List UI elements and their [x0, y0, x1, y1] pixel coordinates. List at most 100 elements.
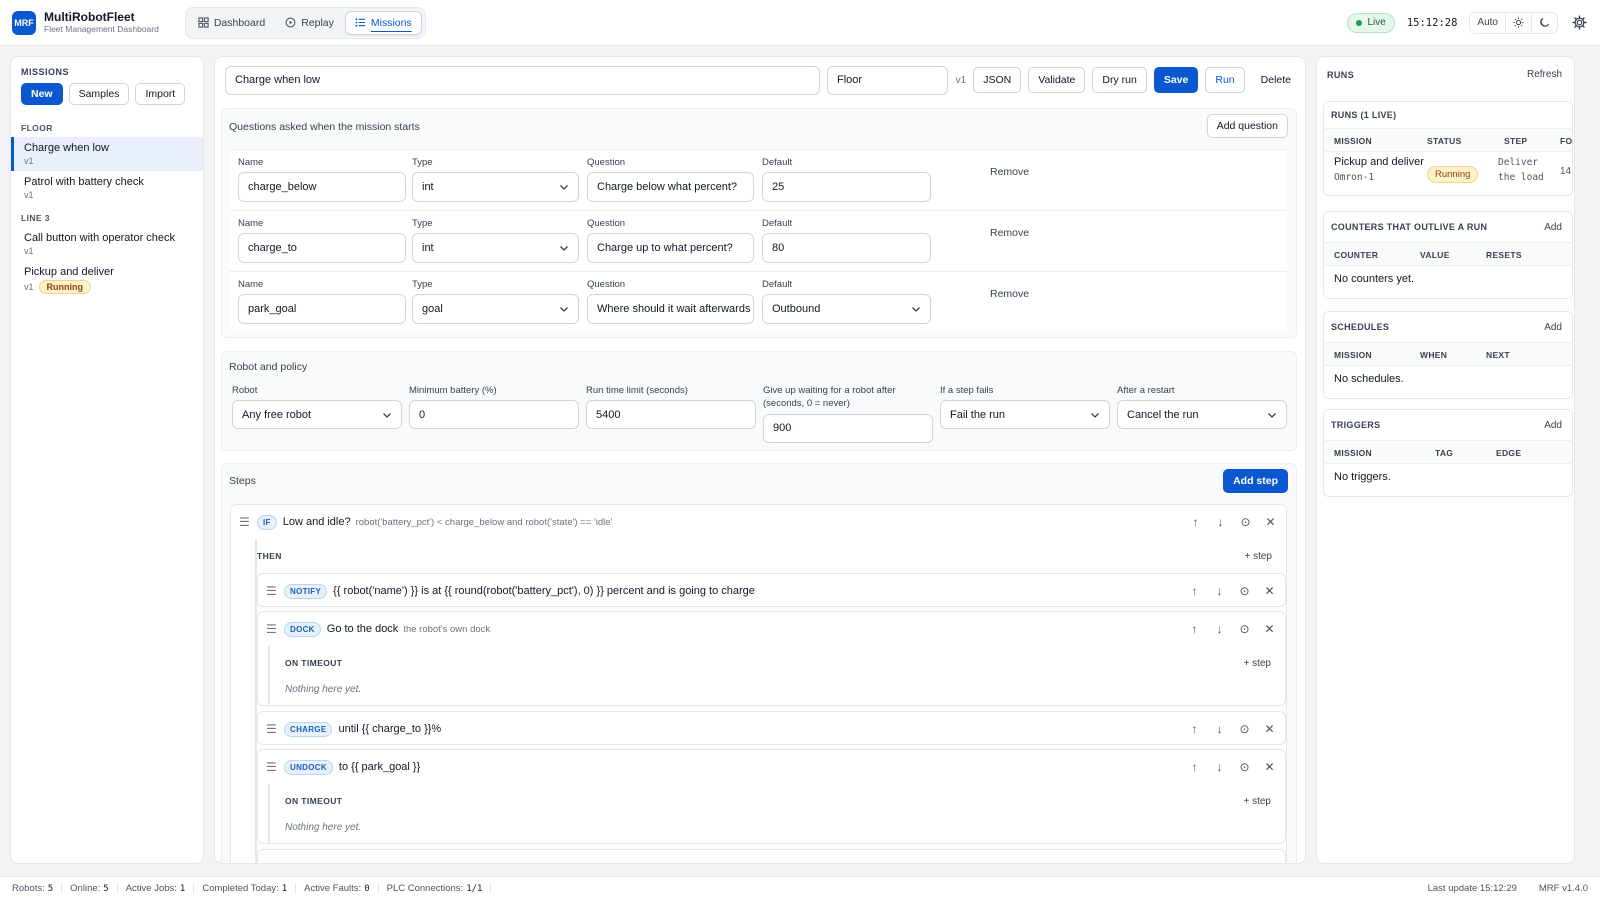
- stat-label: Completed Today:: [202, 883, 279, 894]
- restart-select[interactable]: Cancel the run: [1117, 400, 1287, 429]
- close-icon[interactable]: ✕: [1264, 722, 1275, 736]
- close-icon[interactable]: ✕: [1264, 584, 1275, 598]
- add-schedule-button[interactable]: Add: [1544, 322, 1562, 333]
- step-fails-select[interactable]: Fail the run: [940, 400, 1110, 429]
- drag-handle-icon[interactable]: ☰: [239, 515, 253, 529]
- samples-button[interactable]: Samples: [68, 83, 130, 105]
- stat-label: PLC Connections:: [386, 883, 464, 894]
- move-down-icon[interactable]: ↓: [1214, 760, 1225, 774]
- question-default-input[interactable]: 25: [762, 172, 931, 202]
- theme-light-button[interactable]: [1505, 12, 1531, 33]
- question-type-select[interactable]: goal: [412, 294, 579, 324]
- move-up-icon[interactable]: ↑: [1189, 760, 1200, 774]
- min-battery-input[interactable]: 0: [409, 400, 579, 429]
- col-tag: TAG: [1435, 448, 1454, 458]
- move-down-icon[interactable]: ↓: [1214, 584, 1225, 598]
- drag-handle-icon[interactable]: ☰: [266, 760, 280, 774]
- delete-button[interactable]: Delete: [1252, 67, 1300, 93]
- close-icon[interactable]: ✕: [1264, 622, 1275, 636]
- question-text-input[interactable]: Charge below what percent?: [587, 172, 754, 202]
- save-button[interactable]: Save: [1153, 67, 1199, 93]
- settings-circle-icon[interactable]: ⊙: [1239, 622, 1250, 636]
- settings-circle-icon[interactable]: ⊙: [1239, 760, 1250, 774]
- import-button[interactable]: Import: [135, 83, 186, 105]
- tab-replay[interactable]: Replay: [276, 11, 343, 35]
- move-up-icon[interactable]: ↑: [1189, 622, 1200, 636]
- app-logo: MRF: [12, 10, 36, 35]
- question-type-select[interactable]: int: [412, 172, 579, 202]
- drag-handle-icon[interactable]: ☰: [266, 722, 280, 736]
- robot-select[interactable]: Any free robot: [232, 400, 402, 429]
- give-up-label: Give up waiting for a robot after (secon…: [763, 385, 896, 409]
- col-fo: FO: [1560, 136, 1573, 146]
- chevron-down-icon: [912, 307, 920, 312]
- field-label-name: Name: [238, 157, 264, 168]
- policy-panel: Robot and policy Robot Any free robot Mi…: [221, 351, 1297, 451]
- settings-circle-icon[interactable]: ⊙: [1239, 722, 1250, 736]
- stat-value: 0: [364, 884, 370, 894]
- stat-online: Online: 5: [70, 883, 118, 894]
- move-up-icon[interactable]: ↑: [1189, 722, 1200, 736]
- runs-panel-title: RUNS: [1327, 70, 1355, 80]
- question-name-input[interactable]: charge_to: [238, 233, 406, 263]
- question-default-input[interactable]: 80: [762, 233, 931, 263]
- question-name-input[interactable]: park_goal: [238, 294, 406, 324]
- remove-question-button[interactable]: Remove: [990, 166, 1029, 178]
- stat-active-faults: Active Faults: 0: [304, 883, 379, 894]
- mission-item-pickup-deliver[interactable]: Pickup and deliver v1 Running: [11, 261, 203, 299]
- run-step: Deliver the load: [1498, 157, 1544, 183]
- tab-dashboard[interactable]: Dashboard: [189, 11, 274, 35]
- question-name-input[interactable]: charge_below: [238, 172, 406, 202]
- move-up-icon[interactable]: ↑: [1190, 515, 1201, 529]
- mission-item-patrol[interactable]: Patrol with battery check v1: [11, 171, 203, 205]
- mission-group-input[interactable]: Floor: [826, 65, 948, 95]
- run-fo: 14: [1560, 166, 1572, 177]
- refresh-button[interactable]: Refresh: [1527, 69, 1562, 80]
- add-step-button[interactable]: Add step: [1223, 469, 1288, 493]
- settings-circle-icon[interactable]: ⊙: [1240, 515, 1251, 529]
- settings-button[interactable]: [1570, 14, 1588, 32]
- mission-item-charge-when-low[interactable]: Charge when low v1: [11, 137, 203, 171]
- tab-replay-label: Replay: [301, 16, 334, 29]
- add-timeout-step-button[interactable]: + step: [1243, 796, 1271, 807]
- add-timeout-step-button[interactable]: + step: [1243, 658, 1271, 669]
- question-type-select[interactable]: int: [412, 233, 579, 263]
- question-text-input[interactable]: Where should it wait afterwards: [587, 294, 754, 324]
- remove-question-button[interactable]: Remove: [990, 227, 1029, 239]
- new-mission-button[interactable]: New: [21, 83, 63, 105]
- remove-question-button[interactable]: Remove: [990, 288, 1029, 300]
- mission-version-label: v1: [955, 74, 967, 86]
- question-type-value: goal: [422, 303, 443, 315]
- json-button[interactable]: JSON: [973, 67, 1022, 93]
- move-up-icon[interactable]: ↑: [1189, 584, 1200, 598]
- move-down-icon[interactable]: ↓: [1214, 722, 1225, 736]
- add-question-button[interactable]: Add question: [1206, 114, 1288, 138]
- col-mission: MISSION: [1334, 350, 1372, 360]
- theme-auto-button[interactable]: Auto: [1470, 13, 1505, 33]
- settings-circle-icon[interactable]: ⊙: [1239, 584, 1250, 598]
- app-name: MultiRobotFleet: [44, 9, 135, 24]
- run-button[interactable]: Run: [1205, 67, 1245, 93]
- dry-run-button[interactable]: Dry run: [1092, 67, 1147, 93]
- validate-button[interactable]: Validate: [1028, 67, 1086, 93]
- time-limit-input[interactable]: 5400: [586, 400, 756, 429]
- theme-dark-button[interactable]: [1531, 12, 1557, 33]
- move-down-icon[interactable]: ↓: [1214, 622, 1225, 636]
- add-trigger-button[interactable]: Add: [1544, 420, 1562, 431]
- mission-item-call-button[interactable]: Call button with operator check v1: [11, 227, 203, 261]
- live-label: Live: [1367, 17, 1386, 28]
- question-text-input[interactable]: Charge up to what percent?: [587, 233, 754, 263]
- drag-handle-icon[interactable]: ☰: [266, 622, 280, 636]
- tab-missions[interactable]: Missions: [344, 10, 422, 35]
- close-icon[interactable]: ✕: [1265, 515, 1276, 529]
- drag-handle-icon[interactable]: ☰: [266, 584, 280, 598]
- add-then-step-button[interactable]: + step: [1244, 551, 1272, 562]
- mission-name-input[interactable]: Charge when low: [225, 65, 820, 95]
- field-label-type: Type: [412, 157, 433, 168]
- give-up-input[interactable]: 900: [763, 413, 933, 443]
- close-icon[interactable]: ✕: [1264, 760, 1275, 774]
- move-down-icon[interactable]: ↓: [1215, 515, 1226, 529]
- question-default-select[interactable]: Outbound: [762, 294, 931, 324]
- add-counter-button[interactable]: Add: [1544, 222, 1562, 233]
- run-row[interactable]: Pickup and deliver Omron-1 Running Deliv…: [1324, 152, 1572, 195]
